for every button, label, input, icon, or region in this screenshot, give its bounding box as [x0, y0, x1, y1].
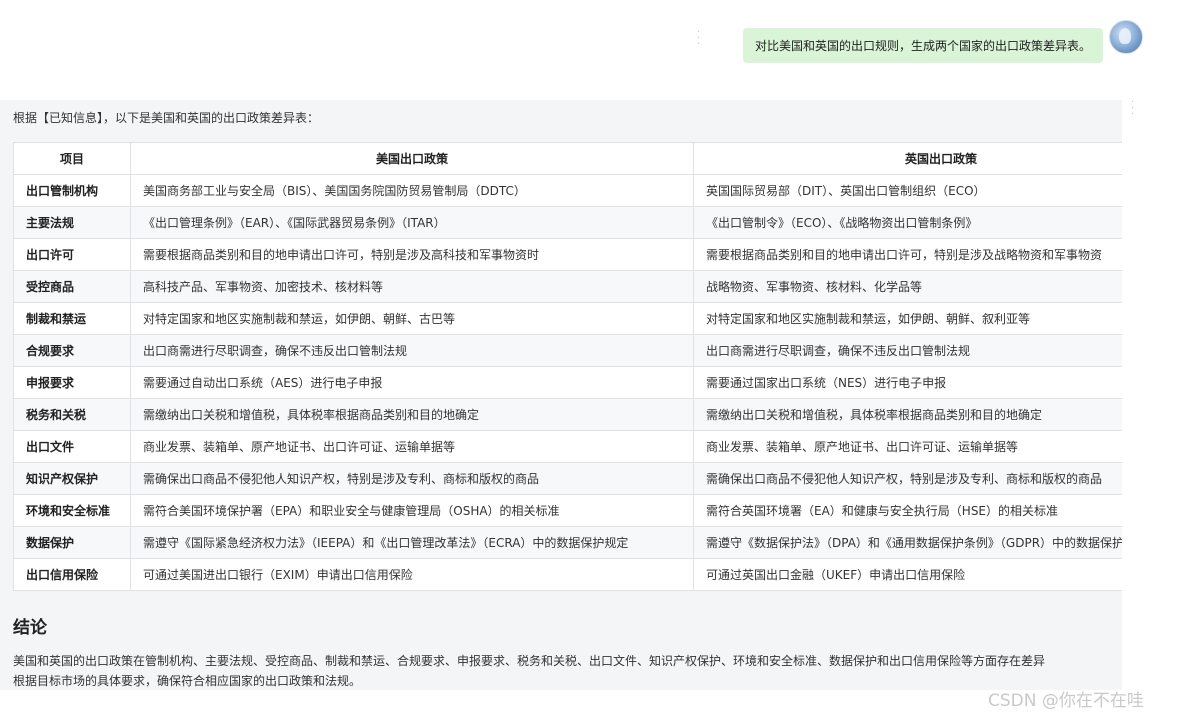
user-avatar-icon[interactable] — [1109, 20, 1143, 54]
row-label-cell: 环境和安全标准 — [13, 494, 131, 527]
table-row: 数据保护 需遵守《国际紧急经济权力法》（IEEPA）和《出口管理改革法》（ECRA… — [13, 526, 1122, 559]
row-label-cell: 受控商品 — [13, 270, 131, 303]
uk-policy-cell: 《出口管制令》（ECO）、《战略物资出口管制条例》 — [693, 206, 1122, 239]
table-row: 税务和关税 需缴纳出口关税和增值税，具体税率根据商品类别和目的地确定 需缴纳出口关税… — [13, 398, 1122, 431]
us-policy-cell: 可通过美国进出口银行（EXIM）申请出口信用保险 — [130, 558, 694, 591]
conclusion-paragraph: 美国和英国的出口政策在管制机构、主要法规、受控商品、制裁和禁运、合规要求、申报要… — [13, 651, 1122, 690]
row-label-cell: 知识产权保护 — [13, 462, 131, 495]
us-policy-cell: 出口商需进行尽职调查，确保不违反出口管制法规 — [130, 334, 694, 367]
conclusion-line: 美国和英国的出口政策在管制机构、主要法规、受控商品、制裁和禁运、合规要求、申报要… — [13, 654, 1046, 668]
table-header-row: 项目 美国出口政策 英国出口政策 — [13, 142, 1122, 175]
assistant-message-more-icon[interactable]: · · · — [1131, 98, 1134, 120]
row-label-cell: 出口信用保险 — [13, 558, 131, 591]
watermark-text: CSDN @你在不在哇 — [988, 691, 1144, 711]
us-policy-cell: 《出口管理条例》（EAR）、《国际武器贸易条例》（ITAR） — [130, 206, 694, 239]
us-policy-cell: 对特定国家和地区实施制裁和禁运，如伊朗、朝鲜、古巴等 — [130, 302, 694, 335]
uk-policy-cell: 需确保出口商品不侵犯他人知识产权，特别是涉及专利、商标和版权的商品 — [693, 462, 1122, 495]
user-message-more-icon[interactable]: · · · — [697, 28, 700, 50]
uk-policy-cell: 战略物资、军事物资、核材料、化学品等 — [693, 270, 1122, 303]
table-header-cell: 英国出口政策 — [693, 142, 1122, 175]
row-label-cell: 合规要求 — [13, 334, 131, 367]
uk-policy-cell: 需符合英国环境署（EA）和健康与安全执行局（HSE）的相关标准 — [693, 494, 1122, 527]
chat-screen: · · · 对比美国和英国的出口规则，生成两个国家的出口政策差异表。 · · · 根据【… — [0, 0, 1189, 721]
table-header-cell: 美国出口政策 — [130, 142, 694, 175]
uk-policy-cell: 可通过英国出口金融（UKEF）申请出口信用保险 — [693, 558, 1122, 591]
uk-policy-cell: 商业发票、装箱单、原产地证书、出口许可证、运输单据等 — [693, 430, 1122, 463]
row-label-cell: 出口管制机构 — [13, 174, 131, 207]
uk-policy-cell: 对特定国家和地区实施制裁和禁运，如伊朗、朝鲜、叙利亚等 — [693, 302, 1122, 335]
table-row: 制裁和禁运 对特定国家和地区实施制裁和禁运，如伊朗、朝鲜、古巴等 对特定国家和地区实… — [13, 302, 1122, 335]
table-header-cell: 项目 — [13, 142, 131, 175]
uk-policy-cell: 需缴纳出口关税和增值税，具体税率根据商品类别和目的地确定 — [693, 398, 1122, 431]
user-message-row: 对比美国和英国的出口规则，生成两个国家的出口政策差异表。 — [742, 28, 1103, 63]
table-row: 出口管制机构 美国商务部工业与安全局（BIS）、美国国务院国防贸易管制局（DDTC… — [13, 174, 1122, 207]
row-label-cell: 制裁和禁运 — [13, 302, 131, 335]
row-label-cell: 申报要求 — [13, 366, 131, 399]
us-policy-cell: 需确保出口商品不侵犯他人知识产权，特别是涉及专利、商标和版权的商品 — [130, 462, 694, 495]
us-policy-cell: 需要通过自动出口系统（AES）进行电子申报 — [130, 366, 694, 399]
row-label-cell: 出口许可 — [13, 238, 131, 271]
uk-policy-cell: 出口商需进行尽职调查，确保不违反出口管制法规 — [693, 334, 1122, 367]
uk-policy-cell: 需要通过国家出口系统（NES）进行电子申报 — [693, 366, 1122, 399]
assistant-intro-text: 根据【已知信息】，以下是美国和英国的出口政策差异表： — [13, 111, 320, 125]
assistant-message: 根据【已知信息】，以下是美国和英国的出口政策差异表： 项目 美国出口政策 英国出… — [0, 100, 1122, 690]
table-row: 出口许可 需要根据商品类别和目的地申请出口许可，特别是涉及高科技和军事物资时 需要根… — [13, 238, 1122, 271]
user-message-bubble: 对比美国和英国的出口规则，生成两个国家的出口政策差异表。 — [742, 28, 1103, 63]
us-policy-cell: 高科技产品、军事物资、加密技术、核材料等 — [130, 270, 694, 303]
row-label-cell: 出口文件 — [13, 430, 131, 463]
table-row: 出口信用保险 可通过美国进出口银行（EXIM）申请出口信用保险 可通过英国出口金融（… — [13, 558, 1122, 591]
uk-policy-cell: 需要根据商品类别和目的地申请出口许可，特别是涉及战略物资和军事物资 — [693, 238, 1122, 271]
row-label-cell: 数据保护 — [13, 526, 131, 559]
conclusion-heading: 结论 — [13, 618, 47, 638]
us-policy-cell: 美国商务部工业与安全局（BIS）、美国国务院国防贸易管制局（DDTC） — [130, 174, 694, 207]
row-label-cell: 税务和关税 — [13, 398, 131, 431]
conclusion-line: 根据目标市场的具体要求，确保符合相应国家的出口政策和法规。 — [13, 674, 362, 688]
uk-policy-cell: 英国国际贸易部（DIT）、英国出口管制组织（ECO） — [693, 174, 1122, 207]
table-row: 受控商品 高科技产品、军事物资、加密技术、核材料等 战略物资、军事物资、核材料、化学… — [13, 270, 1122, 303]
row-label-cell: 主要法规 — [13, 206, 131, 239]
table-row: 主要法规 《出口管理条例》（EAR）、《国际武器贸易条例》（ITAR） 《出口管制令… — [13, 206, 1122, 239]
us-policy-cell: 需符合美国环境保护署（EPA）和职业安全与健康管理局（OSHA）的相关标准 — [130, 494, 694, 527]
table-row: 环境和安全标准 需符合美国环境保护署（EPA）和职业安全与健康管理局（OSHA）的… — [13, 494, 1122, 527]
table-row: 合规要求 出口商需进行尽职调查，确保不违反出口管制法规 出口商需进行尽职调查，确保不… — [13, 334, 1122, 367]
policy-diff-table: 项目 美国出口政策 英国出口政策 出口管制机构 美国商务部工业与安全局（BIS）、… — [13, 142, 1122, 591]
table-row: 出口文件 商业发票、装箱单、原产地证书、出口许可证、运输单据等 商业发票、装箱单、原… — [13, 430, 1122, 463]
uk-policy-cell: 需遵守《数据保护法》（DPA）和《通用数据保护条例》（GDPR）中的数据保护规定 — [693, 526, 1122, 559]
us-policy-cell: 需遵守《国际紧急经济权力法》（IEEPA）和《出口管理改革法》（ECRA）中的数… — [130, 526, 694, 559]
us-policy-cell: 商业发票、装箱单、原产地证书、出口许可证、运输单据等 — [130, 430, 694, 463]
table-row: 知识产权保护 需确保出口商品不侵犯他人知识产权，特别是涉及专利、商标和版权的商品需… — [13, 462, 1122, 495]
us-policy-cell: 需缴纳出口关税和增值税，具体税率根据商品类别和目的地确定 — [130, 398, 694, 431]
table-row: 申报要求 需要通过自动出口系统（AES）进行电子申报 需要通过国家出口系统（NES）… — [13, 366, 1122, 399]
us-policy-cell: 需要根据商品类别和目的地申请出口许可，特别是涉及高科技和军事物资时 — [130, 238, 694, 271]
